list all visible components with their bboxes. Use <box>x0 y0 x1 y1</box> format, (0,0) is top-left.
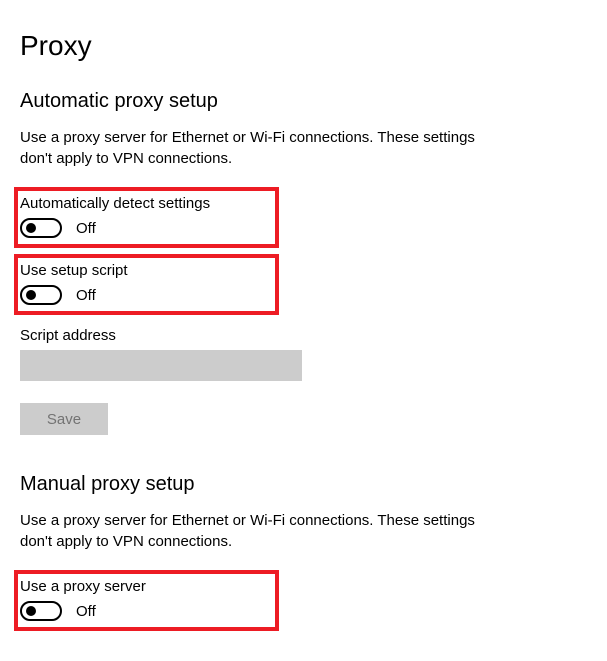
script-address-input[interactable] <box>20 350 302 381</box>
automatic-section-title: Automatic proxy setup <box>20 90 587 113</box>
script-address-label: Script address <box>20 327 587 344</box>
use-script-state: Off <box>76 287 96 304</box>
use-proxy-label: Use a proxy server <box>20 578 273 595</box>
auto-detect-state: Off <box>76 220 96 237</box>
auto-detect-toggle[interactable] <box>20 218 62 238</box>
save-button[interactable]: Save <box>20 403 108 435</box>
auto-detect-label: Automatically detect settings <box>20 195 273 212</box>
manual-description: Use a proxy server for Ethernet or Wi-Fi… <box>20 510 480 552</box>
auto-detect-toggle-row: Off <box>20 218 273 238</box>
manual-section-title: Manual proxy setup <box>20 473 587 496</box>
use-proxy-toggle-block: Use a proxy server Off <box>14 570 279 631</box>
use-proxy-toggle-row: Off <box>20 601 273 621</box>
use-proxy-state: Off <box>76 603 96 620</box>
page-title: Proxy <box>20 30 587 62</box>
use-script-toggle-row: Off <box>20 285 273 305</box>
use-script-label: Use setup script <box>20 262 273 279</box>
automatic-description: Use a proxy server for Ethernet or Wi-Fi… <box>20 127 480 169</box>
auto-detect-toggle-block: Automatically detect settings Off <box>14 187 279 248</box>
use-script-toggle[interactable] <box>20 285 62 305</box>
use-proxy-toggle[interactable] <box>20 601 62 621</box>
use-script-toggle-block: Use setup script Off <box>14 254 279 315</box>
